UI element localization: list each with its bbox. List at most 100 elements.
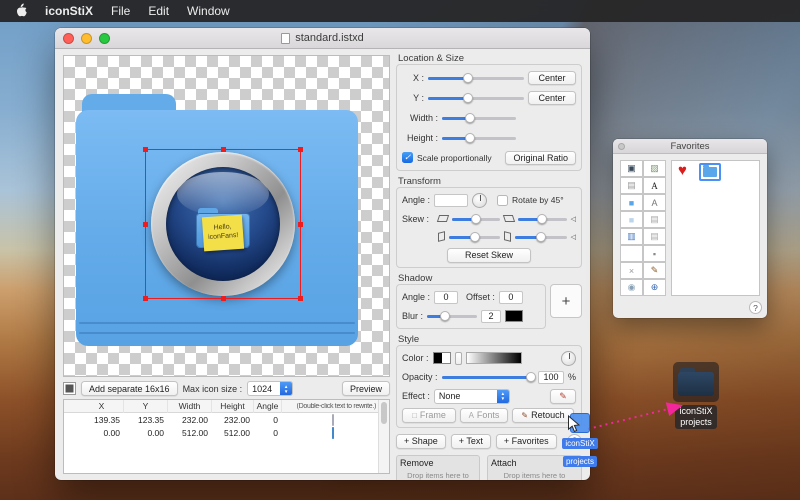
favorites-grid-item[interactable]: A xyxy=(643,194,666,211)
add-text-button[interactable]: + Text xyxy=(451,434,491,449)
skew-slider-1[interactable] xyxy=(452,213,500,225)
fonts-button[interactable]: A Fonts xyxy=(460,408,508,423)
shadow-angle-field[interactable]: 0 xyxy=(434,291,458,304)
skew-slider-4[interactable] xyxy=(515,231,566,243)
color-well[interactable] xyxy=(63,382,76,395)
favorites-grid-item[interactable]: A xyxy=(643,177,666,194)
angle-field[interactable] xyxy=(434,194,468,207)
rotate-45-checkbox[interactable] xyxy=(497,195,508,206)
shadow-blur-field[interactable]: 2 xyxy=(481,310,501,323)
desktop-icon-iconstix-projects[interactable]: iconStiX projects xyxy=(670,362,722,430)
selection-handle[interactable] xyxy=(221,296,226,301)
angle-knob[interactable] xyxy=(472,193,487,208)
blur-slider[interactable] xyxy=(427,310,477,322)
favorites-grid-item[interactable]: ■ xyxy=(620,211,643,228)
skew-slider-thumb[interactable] xyxy=(470,232,480,242)
selection-handle[interactable] xyxy=(298,222,303,227)
foreground-color-swatch[interactable] xyxy=(433,352,451,364)
effect-popup[interactable]: None ▲▼ xyxy=(434,389,510,404)
skew-slider-thumb[interactable] xyxy=(536,232,546,242)
favorites-grid-item[interactable]: ■ xyxy=(620,194,643,211)
percent-label: % xyxy=(568,372,576,382)
reset-skew-button[interactable]: Reset Skew xyxy=(447,248,531,263)
menu-edit[interactable]: Edit xyxy=(148,4,169,18)
favorites-help-button[interactable]: ? xyxy=(749,301,762,314)
add-separate-16-button[interactable]: Add separate 16x16 xyxy=(81,381,178,396)
add-favorites-button[interactable]: + Favorites xyxy=(496,434,557,449)
remove-drop-zone[interactable]: Remove Drop items here to remove custom … xyxy=(396,455,480,480)
favorites-grid-item[interactable]: ▤ xyxy=(643,228,666,245)
title-bar[interactable]: standard.istxd xyxy=(55,28,590,49)
width-slider[interactable] xyxy=(442,112,516,124)
favorites-grid-item[interactable]: ◉ xyxy=(620,279,643,296)
height-slider-thumb[interactable] xyxy=(465,133,475,143)
skew-slider-thumb[interactable] xyxy=(471,214,481,224)
frame-button[interactable]: □ Frame xyxy=(402,408,456,423)
selection-handle[interactable] xyxy=(143,147,148,152)
skew-slider-3[interactable] xyxy=(449,231,500,243)
selection-handle[interactable] xyxy=(143,222,148,227)
selection-rectangle[interactable] xyxy=(145,149,301,299)
favorites-grid-item[interactable]: ▥ xyxy=(620,228,643,245)
canvas[interactable]: Hello, iconFans! xyxy=(63,55,390,377)
add-row: + Shape + Text + Favorites ? xyxy=(396,433,582,449)
favorites-title-bar[interactable]: Favorites xyxy=(613,139,767,154)
menu-window[interactable]: Window xyxy=(187,4,230,18)
opacity-field[interactable]: 100 xyxy=(538,371,564,384)
angle-label: Angle : xyxy=(402,195,430,205)
favorites-grid-item[interactable]: ⊕ xyxy=(643,279,666,296)
favorites-grid-item[interactable]: ▤ xyxy=(620,177,643,194)
selected-favorite-item[interactable] xyxy=(699,163,721,181)
favorites-close-button[interactable] xyxy=(618,143,625,150)
menu-file[interactable]: File xyxy=(111,4,130,18)
original-ratio-button[interactable]: Original Ratio xyxy=(505,151,576,165)
desktop-icon-label[interactable]: iconStiX projects xyxy=(675,405,716,429)
selection-handle[interactable] xyxy=(143,296,148,301)
selection-handle[interactable] xyxy=(221,147,226,152)
table-row[interactable]: 139.35 123.35 232.00 232.00 0 xyxy=(64,413,389,426)
table-scrollbar[interactable] xyxy=(378,400,389,473)
width-slider-thumb[interactable] xyxy=(465,113,475,123)
close-button[interactable] xyxy=(63,33,74,44)
desktop-folder-icon[interactable] xyxy=(673,362,719,402)
table-row[interactable]: 0.00 0.00 512.00 512.00 0 xyxy=(64,426,389,439)
center-y-button[interactable]: Center xyxy=(528,91,576,105)
max-icon-size-popup[interactable]: 1024 ▲▼ xyxy=(247,381,293,396)
favorites-grid-item[interactable]: ▨ xyxy=(643,160,666,177)
y-slider-thumb[interactable] xyxy=(463,93,473,103)
effect-paint-button[interactable]: ✎ xyxy=(550,389,576,404)
selection-handle[interactable] xyxy=(298,147,303,152)
favorites-grid-item[interactable]: × xyxy=(620,262,643,279)
color-mode-toggle[interactable] xyxy=(455,352,462,365)
favorites-grid-item[interactable]: ▪ xyxy=(643,245,666,262)
selection-handle[interactable] xyxy=(298,296,303,301)
favorites-grid-item[interactable]: ▤ xyxy=(643,211,666,228)
apple-menu[interactable] xyxy=(14,3,27,20)
skew-slider-thumb[interactable] xyxy=(537,214,547,224)
opacity-slider-thumb[interactable] xyxy=(526,372,536,382)
favorites-grid-item[interactable]: ✎ xyxy=(643,262,666,279)
x-slider[interactable] xyxy=(428,72,524,84)
height-slider[interactable] xyxy=(442,132,516,144)
preview-button[interactable]: Preview xyxy=(342,381,390,396)
scale-proportionally-checkbox[interactable]: ✓ xyxy=(402,152,413,163)
dragged-item[interactable]: iconStiX projects xyxy=(556,413,604,469)
zoom-button[interactable] xyxy=(99,33,110,44)
favorites-grid-item[interactable] xyxy=(620,245,643,262)
gradient-angle-knob[interactable] xyxy=(561,351,576,366)
minimize-button[interactable] xyxy=(81,33,92,44)
blur-slider-thumb[interactable] xyxy=(440,311,450,321)
shadow-preset-well[interactable]: + xyxy=(550,284,582,318)
y-slider[interactable] xyxy=(428,92,524,104)
heart-favorite-item[interactable]: ♥ xyxy=(678,162,687,179)
skew-slider-2[interactable] xyxy=(518,213,566,225)
shadow-color-swatch[interactable] xyxy=(505,310,523,322)
center-x-button[interactable]: Center xyxy=(528,71,576,85)
shadow-offset-field[interactable]: 0 xyxy=(499,291,523,304)
x-slider-thumb[interactable] xyxy=(463,73,473,83)
add-shape-button[interactable]: + Shape xyxy=(396,434,446,449)
menu-app-iconstix[interactable]: iconStiX xyxy=(45,4,93,18)
favorites-grid-item[interactable]: ▣ xyxy=(620,160,643,177)
gradient-bar[interactable] xyxy=(466,352,522,364)
opacity-slider[interactable] xyxy=(442,371,534,383)
